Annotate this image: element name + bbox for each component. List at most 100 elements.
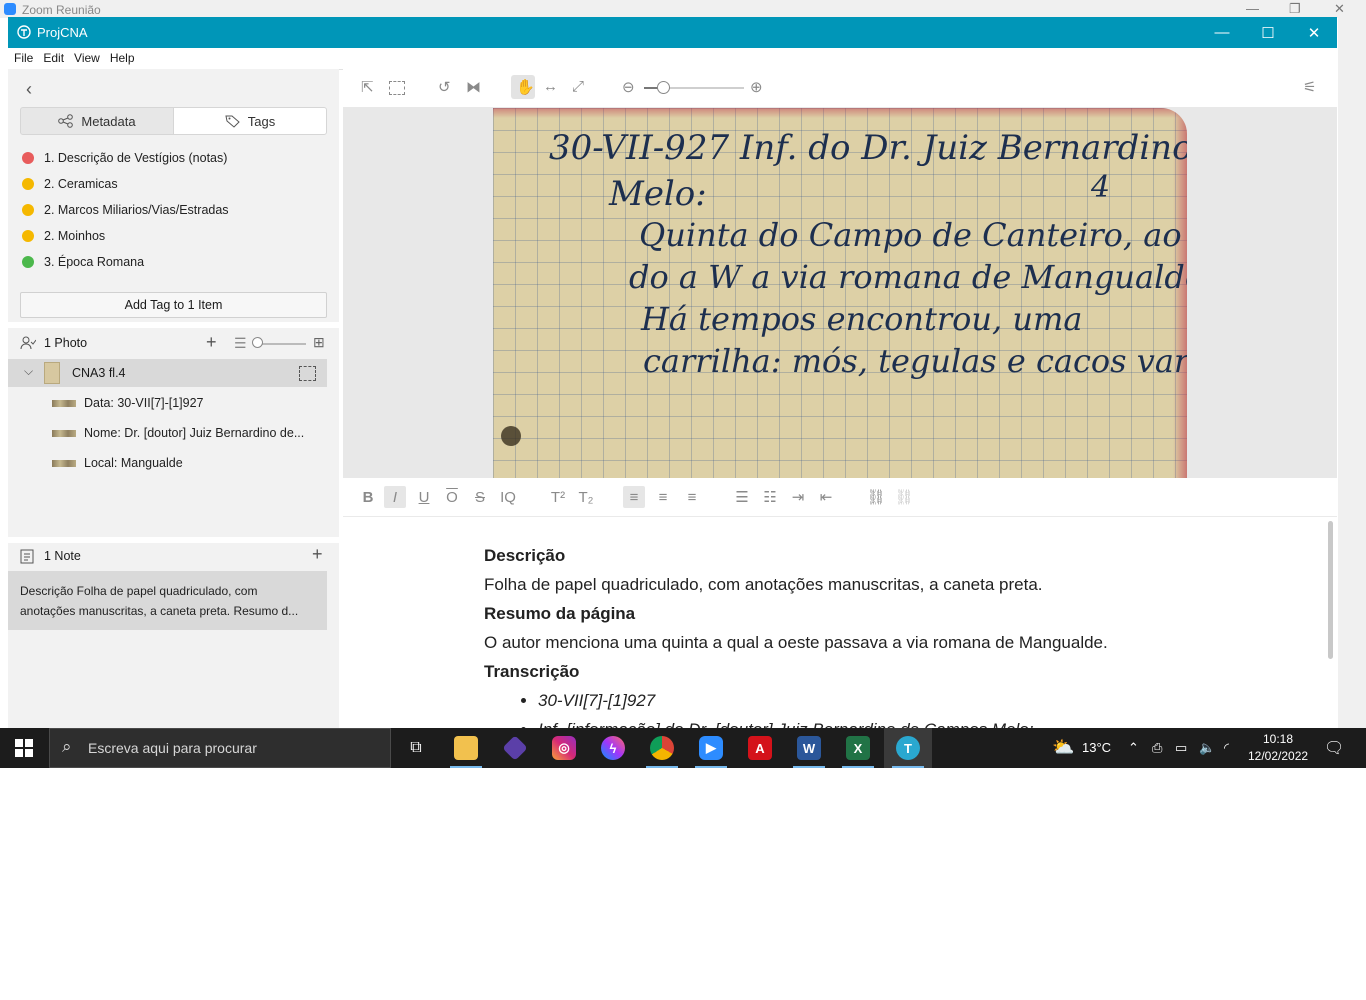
tag-item[interactable]: 3. Época Romana <box>22 253 144 271</box>
clock[interactable]: 10:18 12/02/2022 <box>1248 731 1308 767</box>
tab-metadata[interactable]: Metadata <box>20 107 174 135</box>
word-icon: W <box>797 736 821 760</box>
tag-item[interactable]: 2. Moinhos <box>22 227 105 245</box>
tag-item[interactable]: 2. Ceramicas <box>22 175 118 193</box>
region-item[interactable]: Data: 30-VII[7]-[1]927 <box>52 394 204 412</box>
pointer-icon[interactable]: ⇱ <box>361 78 374 96</box>
taskbar-app-explorer[interactable] <box>442 728 490 768</box>
zoom-out-icon[interactable]: ⊖ <box>622 78 635 96</box>
region-label: Data: 30-VII[7]-[1]927 <box>84 396 204 410</box>
taskbar-app-excel[interactable]: X <box>834 728 882 768</box>
link-icon[interactable]: ⛓ <box>865 486 887 508</box>
minimize-icon[interactable]: — <box>1246 1 1259 16</box>
document-body[interactable]: Descrição Folha de papel quadriculado, c… <box>484 541 1264 730</box>
note-preview[interactable]: Descrição Folha de papel quadriculado, c… <box>8 571 327 630</box>
weather-icon[interactable]: ⛅ <box>1052 737 1074 758</box>
numbered-list-button[interactable]: ☷ <box>759 486 781 508</box>
align-left-button[interactable]: ≡ <box>623 486 645 508</box>
slider-handle[interactable] <box>252 337 263 348</box>
marquee-select-icon[interactable] <box>389 81 405 95</box>
tag-color-dot <box>22 204 34 216</box>
handwriting-line: Quinta do Campo de Canteiro, ao Viso, la… <box>639 216 1187 254</box>
strikethrough-button[interactable]: S <box>469 486 491 508</box>
menu-edit[interactable]: Edit <box>43 48 64 68</box>
list-view-icon[interactable]: ☰ <box>234 335 247 352</box>
close-button[interactable]: ✕ <box>1291 17 1337 48</box>
heading-transcription: Transcrição <box>484 662 580 681</box>
maximize-button[interactable]: ☐ <box>1245 17 1291 48</box>
search-icon: ⌕ <box>62 737 72 756</box>
editor-scrollbar[interactable] <box>1328 521 1333 659</box>
wifi-icon[interactable]: ◜ <box>1224 740 1229 756</box>
handwriting-line: 30-VII-927 Inf. do Dr. Juiz Bernardino d… <box>549 128 1187 168</box>
photo-item-selected[interactable]: ⌵ CNA3 fl.4 <box>8 359 327 387</box>
select-region-icon[interactable] <box>299 366 316 381</box>
chevron-down-icon[interactable]: ⌵ <box>24 364 33 379</box>
italic-button[interactable]: I <box>384 486 406 508</box>
background-window <box>1338 18 1366 730</box>
taskbar-app-instagram[interactable]: ◎ <box>540 728 588 768</box>
messenger-icon: ϟ <box>601 736 625 760</box>
tag-item[interactable]: 2. Marcos Miliarios/Vias/Estradas <box>22 201 229 219</box>
flip-icon[interactable]: ⧓ <box>466 78 481 96</box>
start-button[interactable] <box>0 728 48 768</box>
taskbar-app-acrobat[interactable]: A <box>736 728 784 768</box>
document-photo[interactable]: 30-VII-927 Inf. do Dr. Juiz Bernardino d… <box>493 108 1187 478</box>
taskbar-search[interactable]: ⌕ Escreva aqui para procurar <box>49 728 391 768</box>
justify-button[interactable]: ≡ <box>681 486 703 508</box>
menu-file[interactable]: File <box>14 48 33 68</box>
subscript-button[interactable]: T₂ <box>575 486 597 508</box>
taskbar-app-messenger[interactable]: ϟ <box>589 728 637 768</box>
meet-now-icon[interactable]: ⎙ <box>1152 740 1162 756</box>
handwriting-line: Há tempos encontrou, uma <box>641 300 1083 338</box>
overline-button[interactable]: O <box>441 486 463 508</box>
task-view-button[interactable]: ⧉ <box>392 728 440 768</box>
outdent-button[interactable]: ⇤ <box>815 486 837 508</box>
volume-icon[interactable]: 🔈 <box>1199 740 1215 756</box>
photo-name: CNA3 fl.4 <box>72 366 126 380</box>
bullet-list-button[interactable]: ☰ <box>731 486 753 508</box>
taskbar-app-word[interactable]: W <box>785 728 833 768</box>
close-icon[interactable]: ✕ <box>1334 1 1345 17</box>
tab-tags[interactable]: Tags <box>173 107 327 135</box>
fit-width-icon[interactable]: ↔ <box>543 78 558 95</box>
weather-temperature[interactable]: 13°C <box>1082 740 1111 755</box>
divider <box>8 322 339 328</box>
restore-icon[interactable]: ❐ <box>1289 1 1301 17</box>
indent-button[interactable]: ⇥ <box>787 486 809 508</box>
app-logo-icon <box>17 25 31 39</box>
zoom-in-icon[interactable]: ⊕ <box>750 78 763 96</box>
taskbar-app-chrome[interactable] <box>638 728 686 768</box>
chevron-up-icon[interactable]: ⌃ <box>1128 740 1139 756</box>
superscript-button[interactable]: T² <box>547 486 569 508</box>
back-arrow-icon[interactable]: ‹ <box>26 79 32 100</box>
zoom-slider-handle[interactable] <box>657 81 670 94</box>
rotate-icon[interactable]: ↺ <box>438 78 451 96</box>
taskbar-app-media[interactable] <box>491 728 539 768</box>
hand-icon[interactable]: ✋ <box>516 78 535 96</box>
region-item[interactable]: Nome: Dr. [doutor] Juiz Bernardino de... <box>52 424 304 442</box>
quote-button[interactable]: IQ <box>497 486 519 508</box>
add-photo-icon[interactable]: + <box>206 332 217 353</box>
menu-view[interactable]: View <box>74 48 100 68</box>
fullscreen-icon[interactable]: ⤢ <box>572 78 584 95</box>
menu-help[interactable]: Help <box>110 48 135 68</box>
underline-button[interactable]: U <box>413 486 435 508</box>
minimize-button[interactable]: — <box>1199 17 1245 48</box>
taskbar-app-zoom[interactable]: ▶ <box>687 728 735 768</box>
notifications-icon[interactable]: 🗨 <box>1324 738 1344 758</box>
note-editor[interactable]: Descrição Folha de papel quadriculado, c… <box>343 517 1337 730</box>
add-tag-button[interactable]: Add Tag to 1 Item <box>20 292 327 318</box>
tag-color-dot <box>22 256 34 268</box>
adjustments-icon[interactable]: ⚟ <box>1303 78 1316 96</box>
align-center-button[interactable]: ≡ <box>652 486 674 508</box>
taskbar-app-projcna[interactable]: T <box>884 728 932 768</box>
unlink-icon[interactable]: ⛓ <box>893 486 915 508</box>
bold-button[interactable]: B <box>357 486 379 508</box>
grid-view-icon[interactable]: ⊞ <box>313 334 325 351</box>
battery-icon[interactable]: ▭ <box>1175 740 1187 756</box>
notes-header: 1 Note + <box>20 544 327 566</box>
region-item[interactable]: Local: Mangualde <box>52 454 183 472</box>
tag-item[interactable]: 1. Descrição de Vestígios (notas) <box>22 149 227 167</box>
add-note-icon[interactable]: + <box>312 544 323 565</box>
